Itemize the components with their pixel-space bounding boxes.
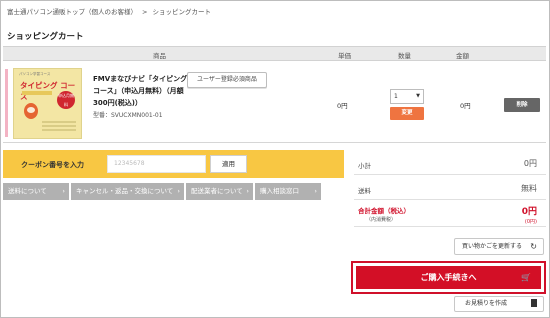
link-carrier[interactable]: 配送業者について › [186,183,253,200]
checkout-button[interactable]: ご購入手続きへ 🛒 [356,266,541,289]
thumb-stripe [22,91,52,95]
breadcrumb-current: ショッピングカート [152,8,211,16]
mascot-face-icon [27,107,35,113]
subtotal-value: 0円 [523,159,537,168]
header-unit-price: 単価 [338,52,351,60]
coupon-apply-button[interactable]: 適用 [210,155,247,173]
cart-item-row: パソコン学習コース タイピング コース 申込月無料 FMVまなびナビ「タイピング… [3,61,546,143]
delete-button[interactable]: 削除 [504,98,540,112]
chevron-right-icon: › [246,187,249,195]
link-label: 配送業者について [191,187,243,195]
tax-note: （内消費税） [366,217,397,223]
subtotal-row: 小計 0円 [354,150,546,175]
tax-value: (0円) [524,219,537,225]
thumb-text-lines [42,121,76,133]
quantity-select[interactable]: 1 ▼ [390,89,424,104]
update-cart-button[interactable]: 買い物かごを更新する ↻ [454,238,544,255]
checkout-label: ご購入手続きへ [420,273,477,282]
header-amount: 金額 [456,52,469,60]
link-label: キャンセル・返品・交換について [76,187,174,195]
header-product: 商品 [153,52,166,60]
page-title: ショッピングカート [7,32,84,42]
total-row: 合計金額（税込） （内消費税） 0円 (0円) [354,200,546,227]
checkout-highlight: ご購入手続きへ 🛒 [351,261,546,294]
shipping-label: 送料 [358,187,371,195]
cart-icon: 🛒 [521,273,531,282]
item-amount: 0円 [460,102,471,110]
create-estimate-button[interactable]: お見積りを作成 [454,296,544,312]
link-consultation[interactable]: 購入相談窓口 › [255,183,321,200]
info-links: 送料について › キャンセル・返品・交換について › 配送業者について › 購入相談窓… [3,183,321,200]
create-estimate-label: お見積りを作成 [465,300,508,307]
product-name[interactable]: FMVまなびナビ「タイピングコース」（申込月無料）（月額300円(税込)） [93,73,188,109]
refresh-icon: ↻ [530,242,537,251]
cart-table-header: 商品 単価 数量 金額 [3,46,546,61]
product-model: 型番：SVUCXMN001-01 [93,112,163,119]
item-accent-bar [5,69,8,137]
total-value: 0円 [521,207,537,217]
thumb-badge: 申込月無料 [57,91,75,109]
breadcrumb-separator: > [142,8,148,16]
coupon-label: クーポン番号を入力 [21,161,84,169]
breadcrumb: 富士通パソコン通販トップ（個人のお客様） > ショッピングカート [7,6,211,16]
shipping-row: 送料 無料 [354,175,546,200]
shipping-value: 無料 [521,184,537,193]
chevron-right-icon: › [314,187,317,195]
breadcrumb-top-link[interactable]: 富士通パソコン通販トップ（個人のお客様） [7,8,137,16]
link-label: 送料について [8,187,47,195]
link-cancel-return[interactable]: キャンセル・返品・交換について › [71,183,184,200]
thumb-caption: パソコン学習コース [19,72,51,76]
subtotal-label: 小計 [358,162,371,170]
coupon-panel: クーポン番号を入力 12345678 適用 [3,150,344,178]
unit-price: 0円 [337,102,348,110]
coupon-input[interactable]: 12345678 [107,155,206,173]
header-quantity: 数量 [398,52,411,60]
link-label: 購入相談窓口 [260,187,299,195]
document-icon [531,299,537,307]
change-quantity-button[interactable]: 変更 [390,107,424,120]
total-label: 合計金額（税込） [358,207,410,215]
chevron-right-icon: › [177,187,180,195]
product-thumbnail[interactable]: パソコン学習コース タイピング コース 申込月無料 [13,68,82,139]
link-shipping-fee[interactable]: 送料について › [3,183,69,200]
chevron-right-icon: › [62,187,65,195]
quantity-value: 1 [394,93,398,100]
chevron-down-icon: ▼ [416,93,420,99]
user-registration-button[interactable]: ユーザー登録必須商品 [187,72,267,88]
update-cart-label: 買い物かごを更新する [462,243,523,250]
